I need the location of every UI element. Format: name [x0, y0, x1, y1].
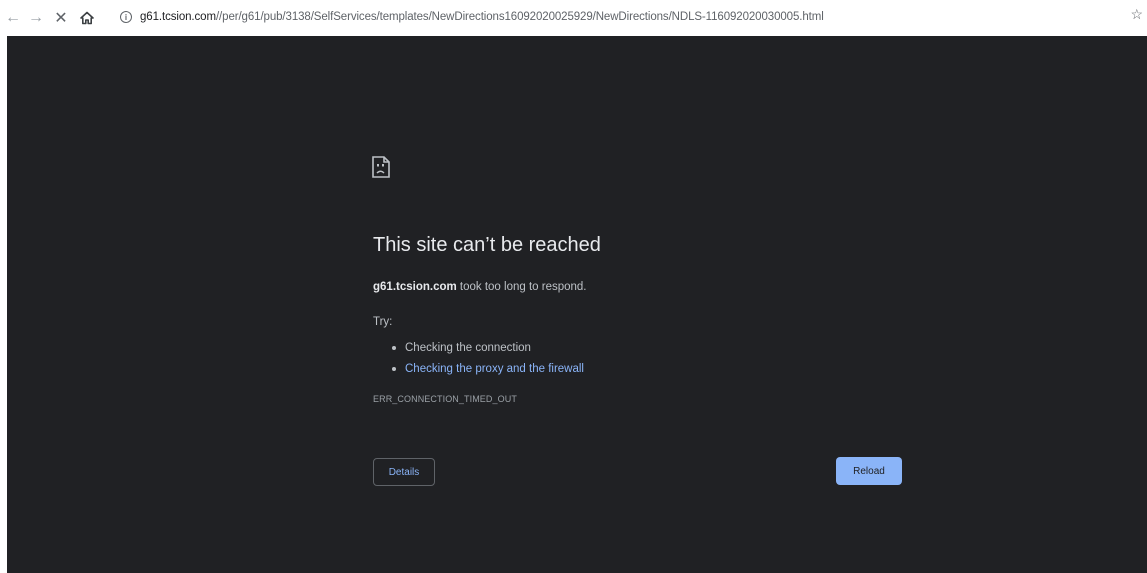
- try-label: Try:: [373, 316, 393, 328]
- error-code: ERR_CONNECTION_TIMED_OUT: [373, 394, 517, 404]
- bookmark-star-icon[interactable]: ☆: [1130, 6, 1143, 23]
- bullet-icon: [392, 345, 396, 350]
- back-icon[interactable]: ←: [2, 7, 24, 29]
- suggestions-list: Checking the connection Checking the pro…: [387, 337, 584, 379]
- suggestion-connection: Checking the connection: [387, 337, 584, 358]
- url-text[interactable]: g61.tcsion.com//per/g61/pub/3138/SelfSer…: [140, 11, 824, 23]
- error-page: This site can’t be reached g61.tcsion.co…: [7, 36, 1147, 573]
- sad-page-icon: [372, 156, 390, 183]
- stop-icon[interactable]: ✕: [50, 7, 72, 29]
- browser-toolbar: ← → ✕ i g61.tcsion.com//per/g61/pub/3138…: [0, 0, 1147, 36]
- error-message-text: took too long to respond.: [456, 281, 587, 293]
- url-host: g61.tcsion.com: [140, 11, 216, 23]
- details-button[interactable]: Details: [373, 458, 435, 486]
- url-path: //per/g61/pub/3138/SelfServices/template…: [215, 11, 824, 23]
- error-host: g61.tcsion.com: [373, 281, 457, 293]
- error-message: g61.tcsion.com took too long to respond.: [373, 281, 587, 293]
- home-icon[interactable]: [76, 7, 98, 29]
- forward-icon[interactable]: →: [25, 7, 47, 29]
- reload-button[interactable]: Reload: [836, 457, 902, 485]
- suggestion-link-text[interactable]: Checking the proxy and the firewall: [405, 363, 584, 375]
- bullet-icon: [392, 366, 396, 371]
- suggestion-text: Checking the connection: [405, 341, 531, 354]
- address-bar[interactable]: i g61.tcsion.com//per/g61/pub/3138/SelfS…: [118, 5, 1138, 29]
- home-icon-glyph: [80, 11, 94, 25]
- suggestion-proxy-firewall-link[interactable]: Checking the proxy and the firewall: [387, 358, 584, 379]
- error-title: This site can’t be reached: [373, 234, 601, 256]
- info-icon[interactable]: i: [120, 11, 132, 23]
